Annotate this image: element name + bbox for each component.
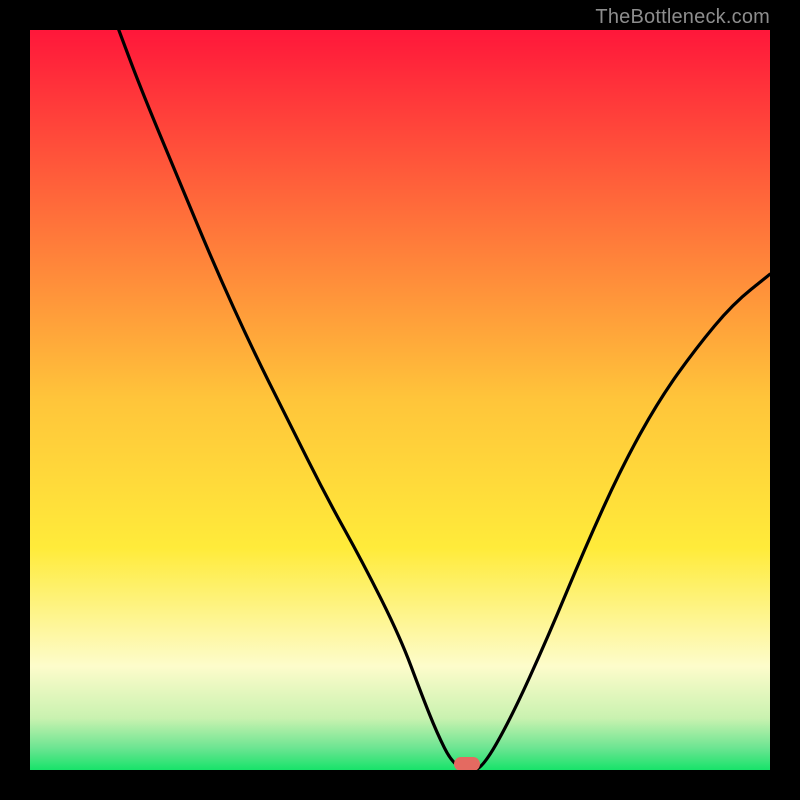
bottleneck-curve xyxy=(30,30,770,770)
plot-area xyxy=(30,30,770,770)
chart-frame: TheBottleneck.com xyxy=(0,0,800,800)
optimal-marker xyxy=(454,757,480,770)
watermark-text: TheBottleneck.com xyxy=(595,6,770,29)
